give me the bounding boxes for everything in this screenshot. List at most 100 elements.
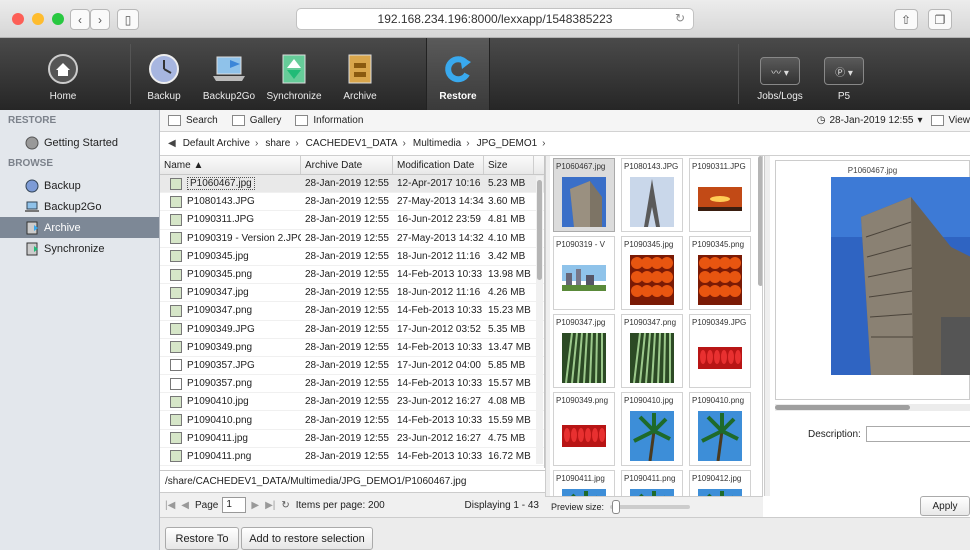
gallery-tile[interactable]: P1090349.png	[553, 392, 615, 466]
zoom-window-icon[interactable]	[52, 13, 64, 25]
table-row[interactable]: P1090410.png 28-Jan-2019 12:55 14-Feb-2013…	[160, 411, 544, 430]
table-row[interactable]: P1090347.jpg 28-Jan-2019 12:55 18-Jun-2012…	[160, 284, 544, 303]
synchronize-button[interactable]: Synchronize	[266, 38, 322, 110]
pane-splitter[interactable]	[764, 156, 770, 496]
information-toggle[interactable]: Information	[295, 115, 363, 126]
file-name: P1090311.JPG	[187, 214, 255, 226]
description-input[interactable]	[865, 426, 970, 442]
datetime-selector[interactable]: ◷ 28-Jan-2019 12:55 ▾	[817, 115, 923, 126]
table-row[interactable]: P1090357.JPG 28-Jan-2019 12:55 17-Jun-2012…	[160, 357, 544, 376]
sync-arrows-icon	[277, 52, 311, 86]
table-row[interactable]: P1090345.png 28-Jan-2019 12:55 14-Feb-2013…	[160, 266, 544, 285]
table-row[interactable]: P1080143.JPG 28-Jan-2019 12:55 27-May-2013…	[160, 193, 544, 212]
page-label: Page	[195, 499, 219, 511]
gallery-tile[interactable]: P1090311.JPG	[689, 158, 751, 232]
tabs-button[interactable]: ❐	[928, 9, 952, 30]
preview-scrollbar[interactable]	[775, 404, 970, 411]
laptop-icon	[24, 199, 39, 214]
gallery-tile[interactable]: P1060467.jpg	[553, 158, 615, 232]
last-page-icon[interactable]: ▶|	[265, 500, 275, 511]
cell-archive-date: 28-Jan-2019 12:55	[305, 214, 389, 226]
gallery-tile[interactable]: P1090345.jpg	[621, 236, 683, 310]
view-menu[interactable]: View	[930, 115, 970, 126]
gallery-tile[interactable]: P1090347.png	[621, 314, 683, 388]
add-to-restore-selection-button[interactable]: Add to restore selection	[241, 527, 373, 550]
table-row[interactable]: P1090410.jpg 28-Jan-2019 12:55 23-Jun-2012…	[160, 393, 544, 412]
column-header-archive-date[interactable]: Archive Date	[301, 156, 393, 174]
restore-to-button[interactable]: Restore To	[165, 527, 239, 550]
cell-modification-date: 27-May-2013 14:32	[397, 232, 484, 244]
table-row[interactable]: P1060467.jpg 28-Jan-2019 12:55 12-Apr-2017…	[160, 175, 544, 194]
url-bar[interactable]: 192.168.234.196:8000/lexxapp/1548385223 …	[296, 8, 694, 30]
search-toggle[interactable]: Search	[168, 115, 218, 126]
table-row[interactable]: P1090349.png 28-Jan-2019 12:55 14-Feb-2013…	[160, 339, 544, 357]
table-row[interactable]: P1090347.png 28-Jan-2019 12:55 14-Feb-2013…	[160, 302, 544, 321]
backup2go-button[interactable]: Backup2Go	[202, 38, 256, 110]
first-page-icon[interactable]: |◀	[165, 500, 175, 511]
gallery-tile[interactable]: P1090345.png	[689, 236, 751, 310]
prev-page-icon[interactable]: ◀	[181, 500, 189, 511]
gallery-tile[interactable]: P1090411.jpg	[553, 470, 615, 496]
column-header-modification-date[interactable]: Modification Date	[393, 156, 484, 174]
preview-size-slider[interactable]	[610, 500, 691, 514]
table-row[interactable]: P1090411.jpg 28-Jan-2019 12:55 23-Jun-2012…	[160, 430, 544, 448]
table-row[interactable]: P1090319 - Version 2.JPG 28-Jan-2019 12:5…	[160, 230, 544, 248]
restore-button[interactable]: Restore	[426, 38, 490, 110]
sidebar-item-getting-started[interactable]: Getting Started	[0, 132, 159, 153]
sidebar-item-backup[interactable]: Backup	[0, 175, 159, 196]
column-header-size[interactable]: Size	[484, 156, 534, 174]
forward-button[interactable]: ›	[90, 9, 110, 30]
apply-button[interactable]: Apply	[920, 496, 970, 516]
list-scrollbar[interactable]	[536, 176, 543, 464]
sidebar-item-backup2go[interactable]: Backup2Go	[0, 196, 159, 217]
gallery-tile[interactable]: P1080143.JPG	[621, 158, 683, 232]
close-window-icon[interactable]	[12, 13, 24, 25]
sidebar-toggle-button[interactable]: ▯	[117, 9, 139, 30]
breadcrumb-item[interactable]: Default Archive	[183, 138, 250, 149]
gallery-tile[interactable]: P1090412.jpg	[689, 470, 751, 496]
column-header-name[interactable]: Name ▲	[160, 156, 301, 174]
url-text: 192.168.234.196:8000/lexxapp/1548385223	[377, 12, 613, 26]
breadcrumb-item[interactable]: JPG_DEMO1	[477, 138, 538, 149]
gallery-scrollbar[interactable]	[758, 156, 762, 286]
sidebar-item-synchronize[interactable]: Synchronize	[0, 238, 159, 259]
breadcrumb-item[interactable]: CACHEDEV1_DATA	[306, 138, 398, 149]
share-button[interactable]: ⇧	[894, 9, 918, 30]
table-row[interactable]: P1090357.png 28-Jan-2019 12:55 14-Feb-2013…	[160, 375, 544, 394]
breadcrumb-item[interactable]: share	[265, 138, 290, 149]
slider-handle[interactable]	[612, 500, 621, 514]
jobs-logs-button[interactable]: 〰 ▾ Jobs/Logs	[752, 38, 808, 110]
breadcrumb-item[interactable]: Multimedia	[413, 138, 461, 149]
chevron-right-icon: ›	[295, 138, 299, 149]
back-button[interactable]: ‹	[70, 9, 90, 30]
reload-icon[interactable]: ↻	[675, 11, 685, 25]
gallery-tile[interactable]: P1090411.png	[621, 470, 683, 496]
refresh-icon[interactable]: ↻	[281, 500, 289, 511]
breadcrumb-back-icon[interactable]: ◀	[168, 138, 176, 149]
gallery-tile[interactable]: P1090410.jpg	[621, 392, 683, 466]
table-row[interactable]: P1090411.png 28-Jan-2019 12:55 14-Feb-2013…	[160, 448, 544, 466]
pane-splitter[interactable]	[545, 156, 550, 496]
cell-size: 4.26 MB	[488, 287, 526, 299]
gallery-tile[interactable]: P1090349.JPG	[689, 314, 751, 388]
table-row[interactable]: P1090345.jpg 28-Jan-2019 12:55 18-Jun-2012…	[160, 248, 544, 266]
next-page-icon[interactable]: ▶	[251, 500, 259, 511]
cell-archive-date: 28-Jan-2019 12:55	[305, 378, 389, 390]
sidebar-item-archive[interactable]: Archive	[0, 217, 159, 238]
gallery-toggle[interactable]: Gallery	[231, 115, 281, 126]
p5-button[interactable]: Ⓟ ▾ P5	[820, 38, 868, 110]
table-row[interactable]: P1090349.JPG 28-Jan-2019 12:55 17-Jun-2012…	[160, 321, 544, 339]
clock-icon: ◷	[816, 115, 826, 126]
minimize-window-icon[interactable]	[32, 13, 44, 25]
list-scrollbar-thumb[interactable]	[537, 180, 542, 280]
home-button[interactable]: Home	[40, 38, 86, 110]
gallery-tile[interactable]: P1090347.jpg	[553, 314, 615, 388]
gallery-tile[interactable]: P1090410.png	[689, 392, 751, 466]
page-input[interactable]: 1	[222, 497, 247, 513]
gallery-tile[interactable]: P1090319 - V	[553, 236, 615, 310]
preview-scrollbar-thumb[interactable]	[775, 405, 910, 410]
cell-archive-date: 28-Jan-2019 12:55	[305, 196, 389, 208]
table-row[interactable]: P1090311.JPG 28-Jan-2019 12:55 16-Jun-2012…	[160, 211, 544, 230]
archive-button[interactable]: Archive	[340, 38, 380, 110]
backup-button[interactable]: Backup	[142, 38, 186, 110]
